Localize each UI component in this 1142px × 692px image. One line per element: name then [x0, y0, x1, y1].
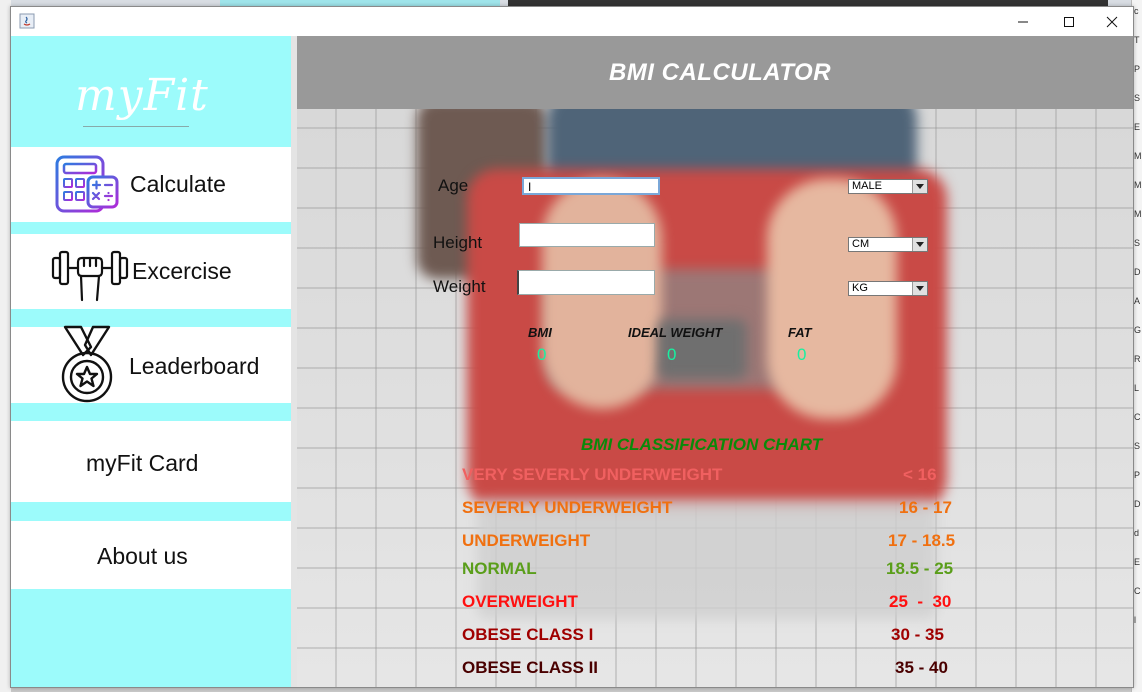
weight-unit-select[interactable]: KG	[848, 281, 928, 296]
height-unit-select[interactable]: CM	[848, 237, 928, 252]
sidebar-item-leaderboard[interactable]: Leaderboard	[11, 325, 291, 403]
sidebar: myFit Calculate Excercise Leaderboard my…	[11, 36, 291, 687]
chevron-down-icon	[912, 180, 927, 193]
maximize-button[interactable]	[1046, 7, 1092, 36]
height-unit-value: CM	[852, 238, 870, 250]
range-normal: 18.5 - 25	[886, 559, 954, 578]
background-photo	[297, 109, 1133, 687]
close-icon	[1106, 16, 1118, 27]
gender-select-value: MALE	[852, 180, 882, 192]
sidebar-item-calculate[interactable]: Calculate	[11, 147, 291, 222]
range-obese-2: 35 - 40	[895, 658, 948, 677]
main-panel: BMI CALCULATOR Age I MALE Height CM Weig…	[297, 36, 1133, 687]
chevron-down-icon	[912, 238, 927, 251]
range-underweight: 17 - 18.5	[888, 531, 956, 550]
weight-unit-value: KG	[852, 282, 868, 294]
sidebar-item-myfit-card[interactable]: myFit Card	[11, 421, 291, 502]
bmi-label: BMI	[528, 325, 552, 340]
sidebar-item-label: About us	[97, 543, 188, 569]
sidebar-item-label: Excercise	[132, 258, 232, 284]
height-input[interactable]	[519, 223, 655, 247]
ideal-weight-value: 0	[667, 345, 677, 364]
close-button[interactable]	[1089, 7, 1133, 36]
class-normal: NORMAL	[462, 559, 537, 578]
class-severely-underweight: SEVERLY UNDERWEIGHT	[462, 498, 673, 517]
page-header: BMI CALCULATOR	[297, 36, 1133, 109]
app-window: myFit Calculate Excercise Leaderboard my…	[10, 6, 1134, 688]
minimize-icon	[1018, 21, 1028, 22]
sidebar-item-label: Calculate	[130, 171, 226, 197]
class-very-severely-underweight: VERY SEVERLY UNDERWEIGHT	[462, 465, 723, 484]
minimize-button[interactable]	[1000, 7, 1046, 36]
classification-chart-title: BMI CLASSIFICATION CHART	[581, 435, 823, 454]
range-very-severely-underweight: < 16	[903, 465, 937, 484]
sidebar-item-label: Leaderboard	[129, 353, 260, 379]
range-overweight: 25 - 30	[889, 592, 952, 611]
page-title: BMI CALCULATOR	[608, 58, 832, 86]
ideal-weight-label: IDEAL WEIGHT	[628, 325, 723, 340]
class-obese-2: OBESE CLASS II	[462, 658, 599, 677]
class-obese-1: OBESE CLASS I	[462, 625, 594, 644]
sidebar-item-label: myFit Card	[86, 450, 199, 476]
gender-select[interactable]: MALE	[848, 179, 928, 194]
range-obese-1: 30 - 35	[891, 625, 944, 644]
height-label: Height	[433, 233, 483, 252]
app-logo: myFit	[75, 70, 209, 121]
sidebar-item-excercise[interactable]: Excercise	[11, 234, 291, 309]
age-label: Age	[438, 176, 469, 195]
logo-underline	[83, 126, 189, 127]
sidebar-item-about-us[interactable]: About us	[11, 521, 291, 589]
weight-label: Weight	[433, 277, 486, 296]
maximize-icon	[1064, 16, 1074, 27]
fat-value: 0	[797, 345, 807, 364]
age-input[interactable]: I	[522, 177, 660, 195]
calculator-icon	[55, 155, 119, 213]
class-overweight: OVERWEIGHT	[462, 592, 578, 611]
medal-icon	[61, 325, 113, 403]
bmi-value: 0	[537, 345, 547, 364]
java-app-icon	[19, 13, 35, 29]
class-underweight: UNDERWEIGHT	[462, 531, 591, 550]
window-titlebar[interactable]	[11, 7, 1133, 36]
fat-label: FAT	[788, 325, 812, 340]
weight-input[interactable]	[517, 270, 655, 295]
dumbbell-icon	[51, 250, 129, 302]
chevron-down-icon	[912, 282, 927, 295]
range-severely-underweight: 16 - 17	[899, 498, 952, 517]
